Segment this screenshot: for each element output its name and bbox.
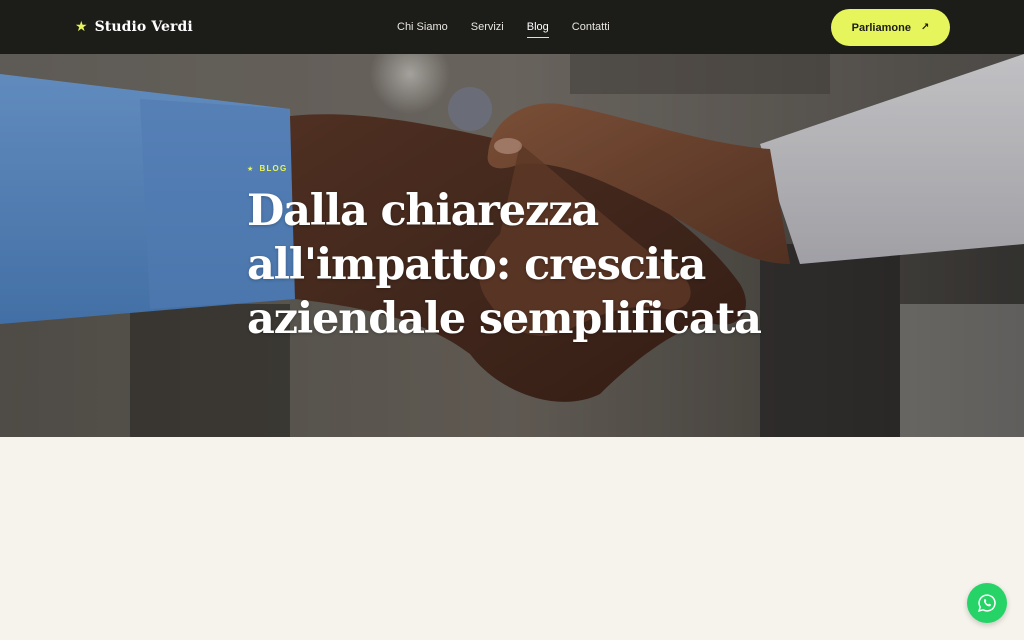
hero-banner: ★ BLOG Dalla chiarezza all'impatto: cres…: [0, 54, 1024, 437]
site-header: ★ Studio Verdi Chi Siamo Servizi Blog Co…: [0, 0, 1024, 54]
brand-logo[interactable]: ★ Studio Verdi: [75, 17, 193, 37]
parliamone-button[interactable]: Parliamone ↗: [831, 9, 950, 46]
arrow-up-right-icon: ↗: [920, 22, 930, 33]
cta-label: Parliamone: [851, 21, 911, 34]
page-title: Dalla chiarezza all'impatto: crescita az…: [247, 186, 762, 344]
main-nav: Chi Siamo Servizi Blog Contatti: [397, 19, 610, 38]
nav-item-chi-siamo[interactable]: Chi Siamo: [397, 19, 448, 35]
whatsapp-icon: [978, 594, 996, 612]
blog-eyebrow: ★ BLOG: [247, 164, 287, 173]
nav-item-contatti[interactable]: Contatti: [572, 19, 610, 35]
whatsapp-button[interactable]: [967, 583, 1007, 623]
eyebrow-label: BLOG: [259, 164, 288, 173]
star-icon: ★: [247, 164, 255, 173]
star-icon: ★: [75, 19, 88, 35]
nav-item-servizi[interactable]: Servizi: [471, 19, 504, 35]
nav-item-blog[interactable]: Blog: [526, 19, 549, 38]
brand-name: Studio Verdi: [94, 19, 193, 35]
